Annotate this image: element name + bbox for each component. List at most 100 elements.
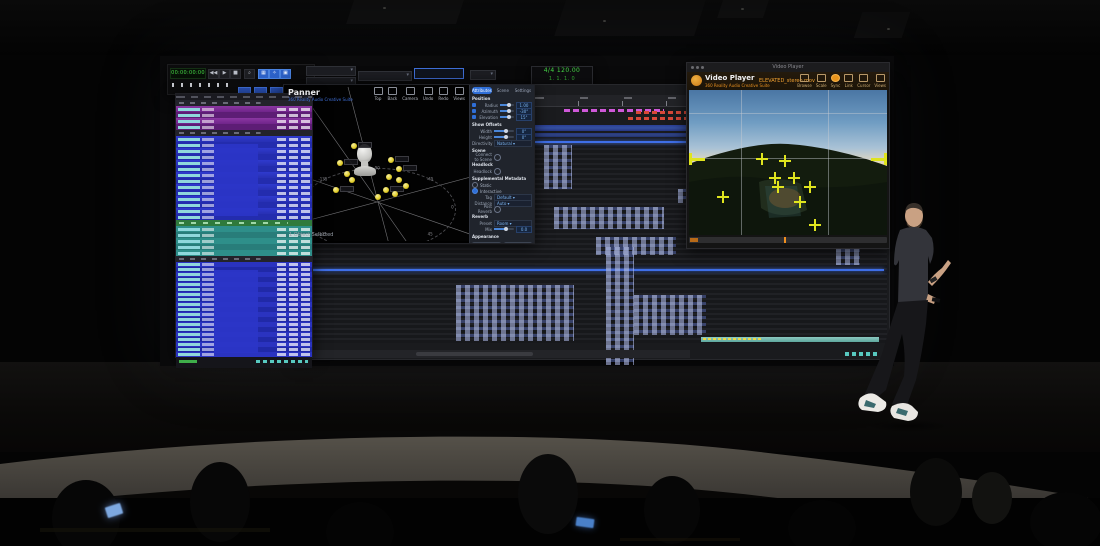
clip-cluster[interactable]: [554, 207, 664, 229]
preset-dropdown[interactable]: ▾: [306, 66, 356, 76]
object-crosshair-marker[interactable]: [756, 153, 769, 166]
panner-toolbar-button[interactable]: Top: [373, 87, 383, 101]
value-chip[interactable]: 15°: [516, 113, 532, 121]
automation-toggle-button[interactable]: ✧: [269, 69, 280, 79]
minimize-icon[interactable]: [696, 66, 699, 69]
tool-icon: [423, 87, 433, 95]
grid-line: [741, 90, 743, 235]
panner-toolbar-button[interactable]: Views: [453, 87, 465, 101]
audio-object-sphere[interactable]: [375, 194, 382, 201]
enable-checkbox[interactable]: [472, 109, 476, 113]
audio-object-sphere[interactable]: [388, 155, 410, 163]
inspector-section-header: Supplemental Metadata: [472, 176, 527, 181]
audio-object-sphere[interactable]: [395, 177, 402, 184]
slider[interactable]: [494, 129, 514, 133]
field-label: Width: [480, 128, 492, 134]
inspector-footer-button[interactable]: Reset: [472, 242, 501, 243]
truss-shape: [853, 12, 911, 38]
zoom-tool-button[interactable]: ⌕: [244, 69, 255, 79]
object-crosshair-marker[interactable]: [787, 172, 800, 184]
inspector-tab[interactable]: Settings: [514, 87, 532, 94]
edge-wrap-marker[interactable]: [689, 153, 705, 166]
panner-toolbar-button[interactable]: Undo: [423, 87, 433, 101]
selection-field[interactable]: [414, 68, 464, 79]
video-toolbar-button[interactable]: Link: [844, 74, 854, 88]
dropdown[interactable]: Natural ▾: [494, 139, 532, 147]
tool-icon: [830, 74, 840, 82]
grid-toggle-button[interactable]: ▦: [258, 69, 269, 79]
value-chip[interactable]: 0.0: [516, 225, 532, 233]
close-icon[interactable]: [691, 66, 694, 69]
slider[interactable]: [500, 115, 514, 119]
slider[interactable]: [500, 109, 514, 113]
object-label-tag: [395, 155, 410, 162]
enable-checkbox[interactable]: [472, 115, 476, 119]
horizontal-scrollbar[interactable]: [298, 350, 690, 358]
inspector-footer-button[interactable]: Apply: [503, 242, 532, 243]
object-crosshair-marker[interactable]: [808, 218, 821, 231]
toggle[interactable]: [494, 167, 501, 175]
inspector-tab[interactable]: Scene: [494, 87, 512, 94]
audio-object-sphere[interactable]: [343, 170, 350, 177]
audio-object-sphere[interactable]: [382, 185, 404, 193]
stop-button[interactable]: ■: [230, 69, 241, 79]
object-crosshair-marker[interactable]: [794, 195, 807, 208]
headlock-row: Headlock: [472, 167, 532, 175]
post-reverb-row: Post Reverb: [472, 204, 532, 214]
tool-icon: [387, 87, 397, 95]
video-toolbar-button[interactable]: Browse: [797, 74, 812, 88]
enable-checkbox[interactable]: [472, 103, 476, 107]
slider[interactable]: [500, 103, 514, 107]
snap-toggle-button[interactable]: ▣: [280, 69, 291, 79]
audio-object-sphere[interactable]: [386, 174, 393, 181]
play-button[interactable]: ▶: [219, 69, 230, 79]
field-label: Radius: [484, 102, 498, 108]
field-label: Post Reverb: [477, 204, 492, 214]
audio-object-sphere[interactable]: [351, 141, 373, 149]
listener-head-model: [354, 144, 377, 178]
slider[interactable]: [494, 227, 514, 231]
audio-object-sphere[interactable]: [349, 177, 356, 184]
audio-object-sphere[interactable]: [392, 191, 398, 198]
ring-degree-label: 0: [451, 204, 454, 210]
object-crosshair-marker[interactable]: [779, 155, 792, 168]
video-toolbar-button[interactable]: Cursor: [857, 74, 870, 88]
object-crosshair-marker[interactable]: [803, 181, 816, 193]
panner-toolbar-button[interactable]: Camera: [402, 87, 418, 101]
edge-wrap-marker[interactable]: [871, 153, 887, 166]
ceiling: [0, 0, 1100, 55]
truss-shape: [554, 0, 706, 36]
field-label: Height: [478, 134, 492, 140]
clip-cluster[interactable]: [456, 285, 574, 341]
toggle[interactable]: [494, 205, 501, 213]
dropdown[interactable]: Auto ▾: [494, 199, 532, 207]
toggle[interactable]: [494, 153, 501, 161]
video-toolbar-button[interactable]: Views: [874, 74, 886, 88]
inspector-section-header: Appearance: [472, 234, 499, 239]
zoom-icon[interactable]: [701, 66, 704, 69]
audio-object-sphere[interactable]: [332, 185, 354, 193]
video-toolbar-button[interactable]: Scale: [816, 74, 827, 88]
audio-object-sphere[interactable]: [403, 183, 410, 190]
slider[interactable]: [494, 135, 514, 139]
clip-cluster[interactable]: [634, 295, 706, 335]
panner-toolbar: Top Back Camera Undo Redo Views: [373, 87, 465, 101]
audio-region-bar[interactable]: [701, 337, 879, 342]
video-toolbar-button[interactable]: Sync: [830, 74, 840, 88]
object-label-tag: [343, 159, 358, 165]
grid-dropdown[interactable]: ▾: [470, 70, 496, 80]
panner-toolbar-button[interactable]: Back: [387, 87, 397, 101]
clip-cluster[interactable]: [606, 247, 634, 365]
object-crosshair-marker[interactable]: [771, 181, 784, 193]
window-traffic-lights[interactable]: [691, 66, 704, 69]
audio-object-sphere[interactable]: [336, 159, 358, 166]
playhead-marker[interactable]: [784, 237, 787, 243]
inspector-tab[interactable]: Attributes: [472, 87, 492, 94]
audio-object-sphere[interactable]: [395, 165, 417, 173]
rewind-button[interactable]: ◀◀: [208, 69, 219, 79]
library-dropdown[interactable]: ▾: [358, 71, 412, 81]
panner-toolbar-button[interactable]: Redo: [438, 87, 448, 101]
object-crosshair-marker[interactable]: [717, 191, 730, 203]
video-window-titlebar[interactable]: Video Player: [687, 63, 889, 72]
clip-cluster[interactable]: [544, 145, 572, 189]
